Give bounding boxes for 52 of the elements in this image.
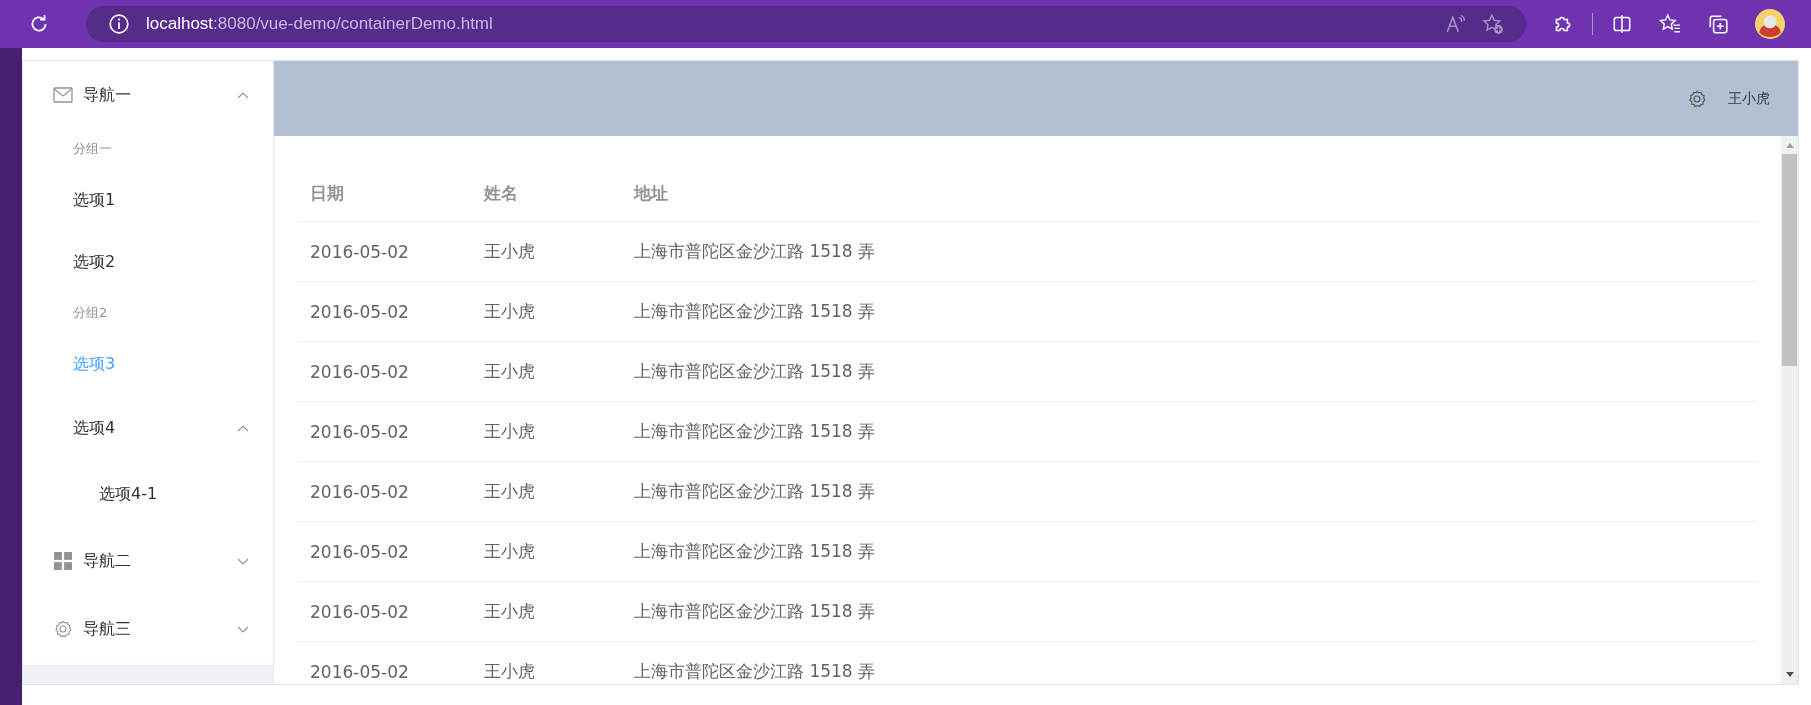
group-title: 分组2: [72, 304, 109, 322]
table-cell-text: 上海市普陀区金沙江路 1518 弄: [633, 660, 877, 683]
table-cell-text: 2016-05-02: [309, 661, 410, 682]
table-cell-text: 2016-05-02: [309, 301, 410, 322]
favorite-add-icon[interactable]: [1482, 13, 1504, 35]
avatar-icon[interactable]: [1755, 9, 1785, 39]
url-text: localhost:8080/vue-demo/containerDemo.html: [146, 14, 493, 34]
table-cell-text: 上海市普陀区金沙江路 1518 弄: [633, 540, 877, 563]
table-cell-text: 王小虎: [483, 660, 536, 683]
read-aloud-icon[interactable]: [1444, 13, 1466, 35]
info-icon[interactable]: [108, 13, 130, 35]
mail-icon: [53, 86, 73, 104]
menu-title[interactable]: 导航三: [23, 595, 273, 663]
user-name: 王小虎: [1728, 89, 1770, 108]
table-cell-text: 上海市普陀区金沙江路 1518 弄: [633, 480, 877, 503]
table-cell-text: 王小虎: [483, 420, 536, 443]
table-cell-text: 王小虎: [483, 300, 536, 323]
table-cell-text: 王小虎: [483, 360, 536, 383]
menu-item[interactable]: 选项2: [23, 231, 273, 293]
scroll-down-icon[interactable]: [1784, 672, 1795, 678]
table-cell-text: 王小虎: [483, 540, 536, 563]
column-header: 姓名: [482, 182, 519, 205]
table-cell-text: 2016-05-02: [309, 241, 410, 262]
address-bar[interactable]: localhost:8080/vue-demo/containerDemo.html: [86, 6, 1526, 42]
menu-title[interactable]: 导航二: [23, 527, 273, 595]
scrollbar[interactable]: [1781, 136, 1798, 684]
table-cell-text: 2016-05-02: [309, 361, 410, 382]
table-cell-text: 上海市普陀区金沙江路 1518 弄: [633, 300, 877, 323]
table-cell-text: 2016-05-02: [309, 601, 410, 622]
menu-item[interactable]: 选项1: [23, 169, 273, 231]
column-header: 日期: [309, 182, 345, 205]
table-cell-text: 上海市普陀区金沙江路 1518 弄: [633, 240, 877, 263]
favorites-icon[interactable]: [1659, 13, 1681, 35]
menu-item[interactable]: 选项4-1: [23, 461, 273, 527]
grid-icon: [53, 552, 73, 570]
table-cell-text: 2016-05-02: [309, 421, 410, 442]
table-cell-text: 王小虎: [483, 480, 536, 503]
group-title: 分组一: [72, 140, 113, 158]
column-header: 地址: [632, 182, 669, 205]
settings-icon: [53, 620, 73, 638]
table-cell-text: 2016-05-02: [309, 481, 410, 502]
collections-icon[interactable]: [1707, 13, 1729, 35]
split-screen-icon[interactable]: [1611, 13, 1633, 35]
menu-title[interactable]: 导航一: [23, 61, 273, 129]
table-cell-text: 上海市普陀区金沙江路 1518 弄: [633, 360, 877, 383]
table-cell-text: 2016-05-02: [309, 541, 410, 562]
table-cell-text: 王小虎: [483, 240, 536, 263]
table-cell-text: 上海市普陀区金沙江路 1518 弄: [633, 600, 877, 623]
table-cell-text: 王小虎: [483, 600, 536, 623]
submenu-title[interactable]: 选项4: [23, 395, 273, 461]
settings-icon[interactable]: [1688, 89, 1706, 108]
table-cell-text: 上海市普陀区金沙江路 1518 弄: [633, 420, 877, 443]
